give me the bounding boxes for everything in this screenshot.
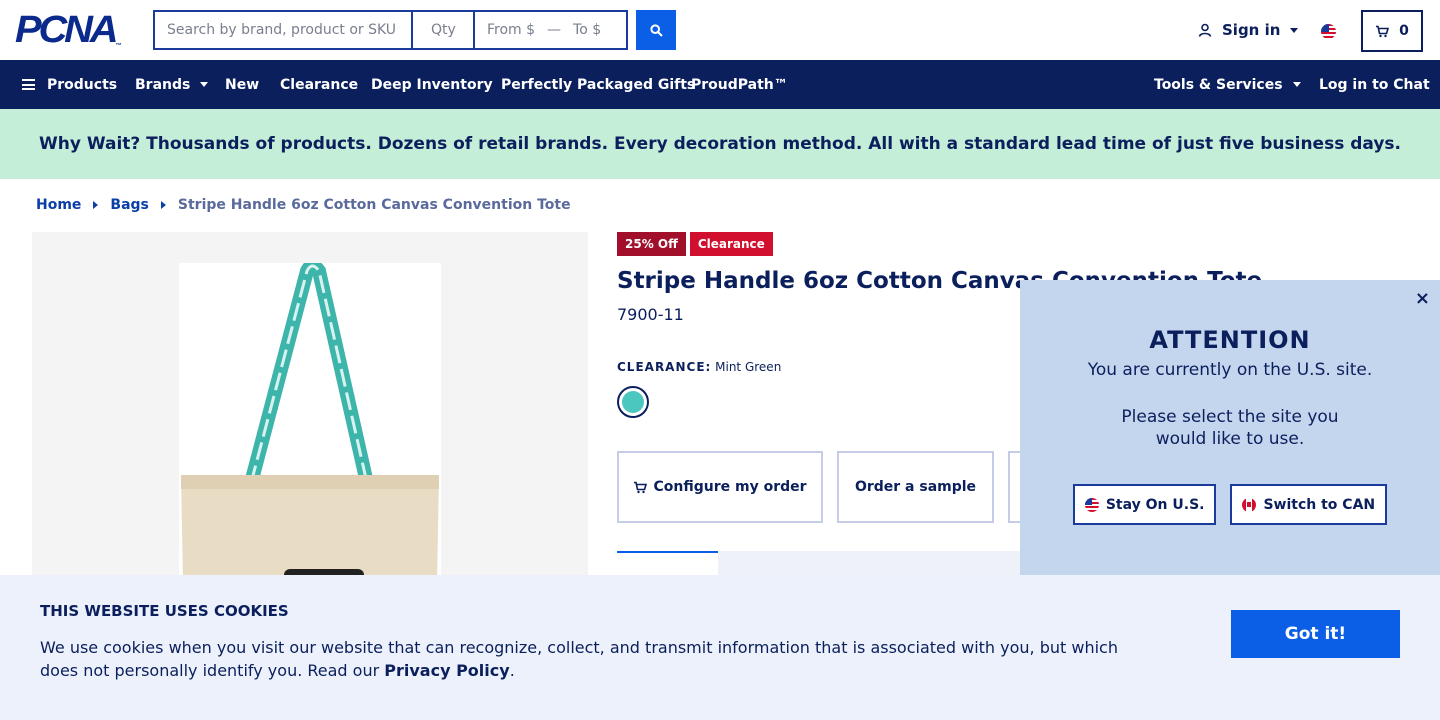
qty-placeholder: Qty: [431, 22, 456, 38]
promo-text: Why Wait? Thousands of products. Dozens …: [38, 134, 1402, 154]
nav-brands-label: Brands: [135, 76, 191, 93]
nav-tools-label: Tools & Services: [1154, 76, 1283, 93]
close-icon[interactable]: ×: [1415, 288, 1430, 309]
price-dash: —: [547, 22, 562, 38]
search-button[interactable]: [636, 10, 676, 50]
price-from-placeholder[interactable]: From $: [487, 22, 535, 38]
breadcrumb: Home Bags Stripe Handle 6oz Cotton Canva…: [36, 197, 571, 213]
nav-chat-login[interactable]: Log in to Chat: [1319, 60, 1430, 109]
breadcrumb-current: Stripe Handle 6oz Cotton Canvas Conventi…: [177, 197, 571, 213]
search-input[interactable]: Search by brand, product or SKU: [153, 10, 411, 50]
nav-new[interactable]: New: [225, 60, 259, 109]
configure-order-label: Configure my order: [653, 479, 807, 495]
site-select-modal: × ATTENTION You are currently on the U.S…: [1020, 280, 1440, 575]
switch-can-label: Switch to CAN: [1263, 496, 1376, 513]
breadcrumb-separator-icon: [93, 201, 99, 209]
user-icon: [1198, 23, 1212, 37]
cart-button[interactable]: 0: [1361, 10, 1423, 52]
price-to-placeholder[interactable]: To $: [573, 22, 601, 38]
product-sku: 7900-11: [617, 305, 684, 324]
attention-prompt: Please select the site you would like to…: [1121, 407, 1339, 449]
cookie-period: .: [509, 661, 515, 680]
discount-badge: 25% Off: [617, 232, 686, 256]
tote-bag-image: [181, 259, 439, 583]
cart-icon: [1376, 25, 1390, 37]
switch-can-button[interactable]: Switch to CAN: [1230, 484, 1388, 525]
promo-banner: Why Wait? Thousands of products. Dozens …: [0, 109, 1440, 179]
color-swatch-mint-green[interactable]: [617, 386, 649, 418]
clearance-badge: Clearance: [689, 232, 773, 256]
color-label: CLEARANCE: Mint Green: [617, 360, 781, 374]
site-button-group: Stay On U.S. Switch to CAN: [1020, 484, 1440, 525]
search-placeholder: Search by brand, product or SKU: [167, 22, 397, 38]
signin-label: Sign in: [1222, 21, 1281, 39]
product-image-panel: [32, 232, 588, 663]
chevron-down-icon: [200, 82, 209, 87]
nav-proudpath[interactable]: ProudPath™: [691, 60, 788, 109]
cookie-body: We use cookies when you visit our websit…: [40, 636, 1130, 682]
attention-message: You are currently on the U.S. site.: [1087, 360, 1373, 380]
privacy-policy-link[interactable]: Privacy Policy: [384, 661, 509, 680]
cookie-title: THIS WEBSITE USES COOKIES: [40, 602, 289, 620]
pcna-logo[interactable]: PCNA™: [15, 11, 141, 49]
nav-deep-inventory[interactable]: Deep Inventory: [371, 60, 493, 109]
color-name: Mint Green: [715, 360, 782, 374]
us-flag-icon[interactable]: [1321, 24, 1336, 39]
stay-us-button[interactable]: Stay On U.S.: [1072, 484, 1217, 525]
canada-flag-icon: [1242, 497, 1257, 512]
order-sample-button[interactable]: Order a sample: [837, 451, 994, 523]
stay-us-label: Stay On U.S.: [1105, 496, 1205, 513]
search-group: Search by brand, product or SKU Qty From…: [153, 10, 628, 50]
got-it-button[interactable]: Got it!: [1231, 610, 1400, 658]
product-badges: 25% Off Clearance: [617, 232, 777, 256]
signin-menu[interactable]: Sign in: [1198, 21, 1299, 39]
cart-count: 0: [1399, 23, 1409, 39]
cookie-banner: THIS WEBSITE USES COOKIES We use cookies…: [0, 575, 1440, 720]
us-flag-icon: [1084, 497, 1099, 512]
nav-clearance[interactable]: Clearance: [280, 60, 358, 109]
logo-text: PCNA: [15, 9, 119, 51]
swatch-fill: [622, 391, 644, 413]
configure-order-button[interactable]: Configure my order: [617, 451, 823, 523]
nav-brands[interactable]: Brands: [135, 60, 209, 109]
hamburger-icon: [22, 79, 35, 90]
nav-products[interactable]: Products: [22, 60, 117, 109]
qty-input[interactable]: Qty: [411, 10, 473, 50]
nav-products-label: Products: [47, 76, 118, 93]
nav-packaged-gifts[interactable]: Perfectly Packaged Gifts: [501, 60, 695, 109]
breadcrumb-separator-icon: [160, 201, 166, 209]
attention-title: ATTENTION: [1149, 326, 1311, 354]
breadcrumb-home[interactable]: Home: [36, 197, 81, 213]
order-sample-label: Order a sample: [854, 479, 977, 495]
chevron-down-icon: [1290, 27, 1299, 33]
breadcrumb-bags[interactable]: Bags: [110, 197, 148, 213]
chevron-down-icon: [1292, 82, 1301, 87]
nav-tools-services[interactable]: Tools & Services: [1154, 60, 1301, 109]
search-icon: [649, 23, 663, 37]
price-range-input[interactable]: From $ — To $: [473, 10, 628, 50]
cookie-body-text: We use cookies when you visit our websit…: [40, 638, 1118, 680]
main-nav: Products Brands New Clearance Deep Inven…: [0, 60, 1440, 109]
cart-icon: [634, 481, 648, 493]
color-heading: CLEARANCE:: [617, 360, 712, 374]
